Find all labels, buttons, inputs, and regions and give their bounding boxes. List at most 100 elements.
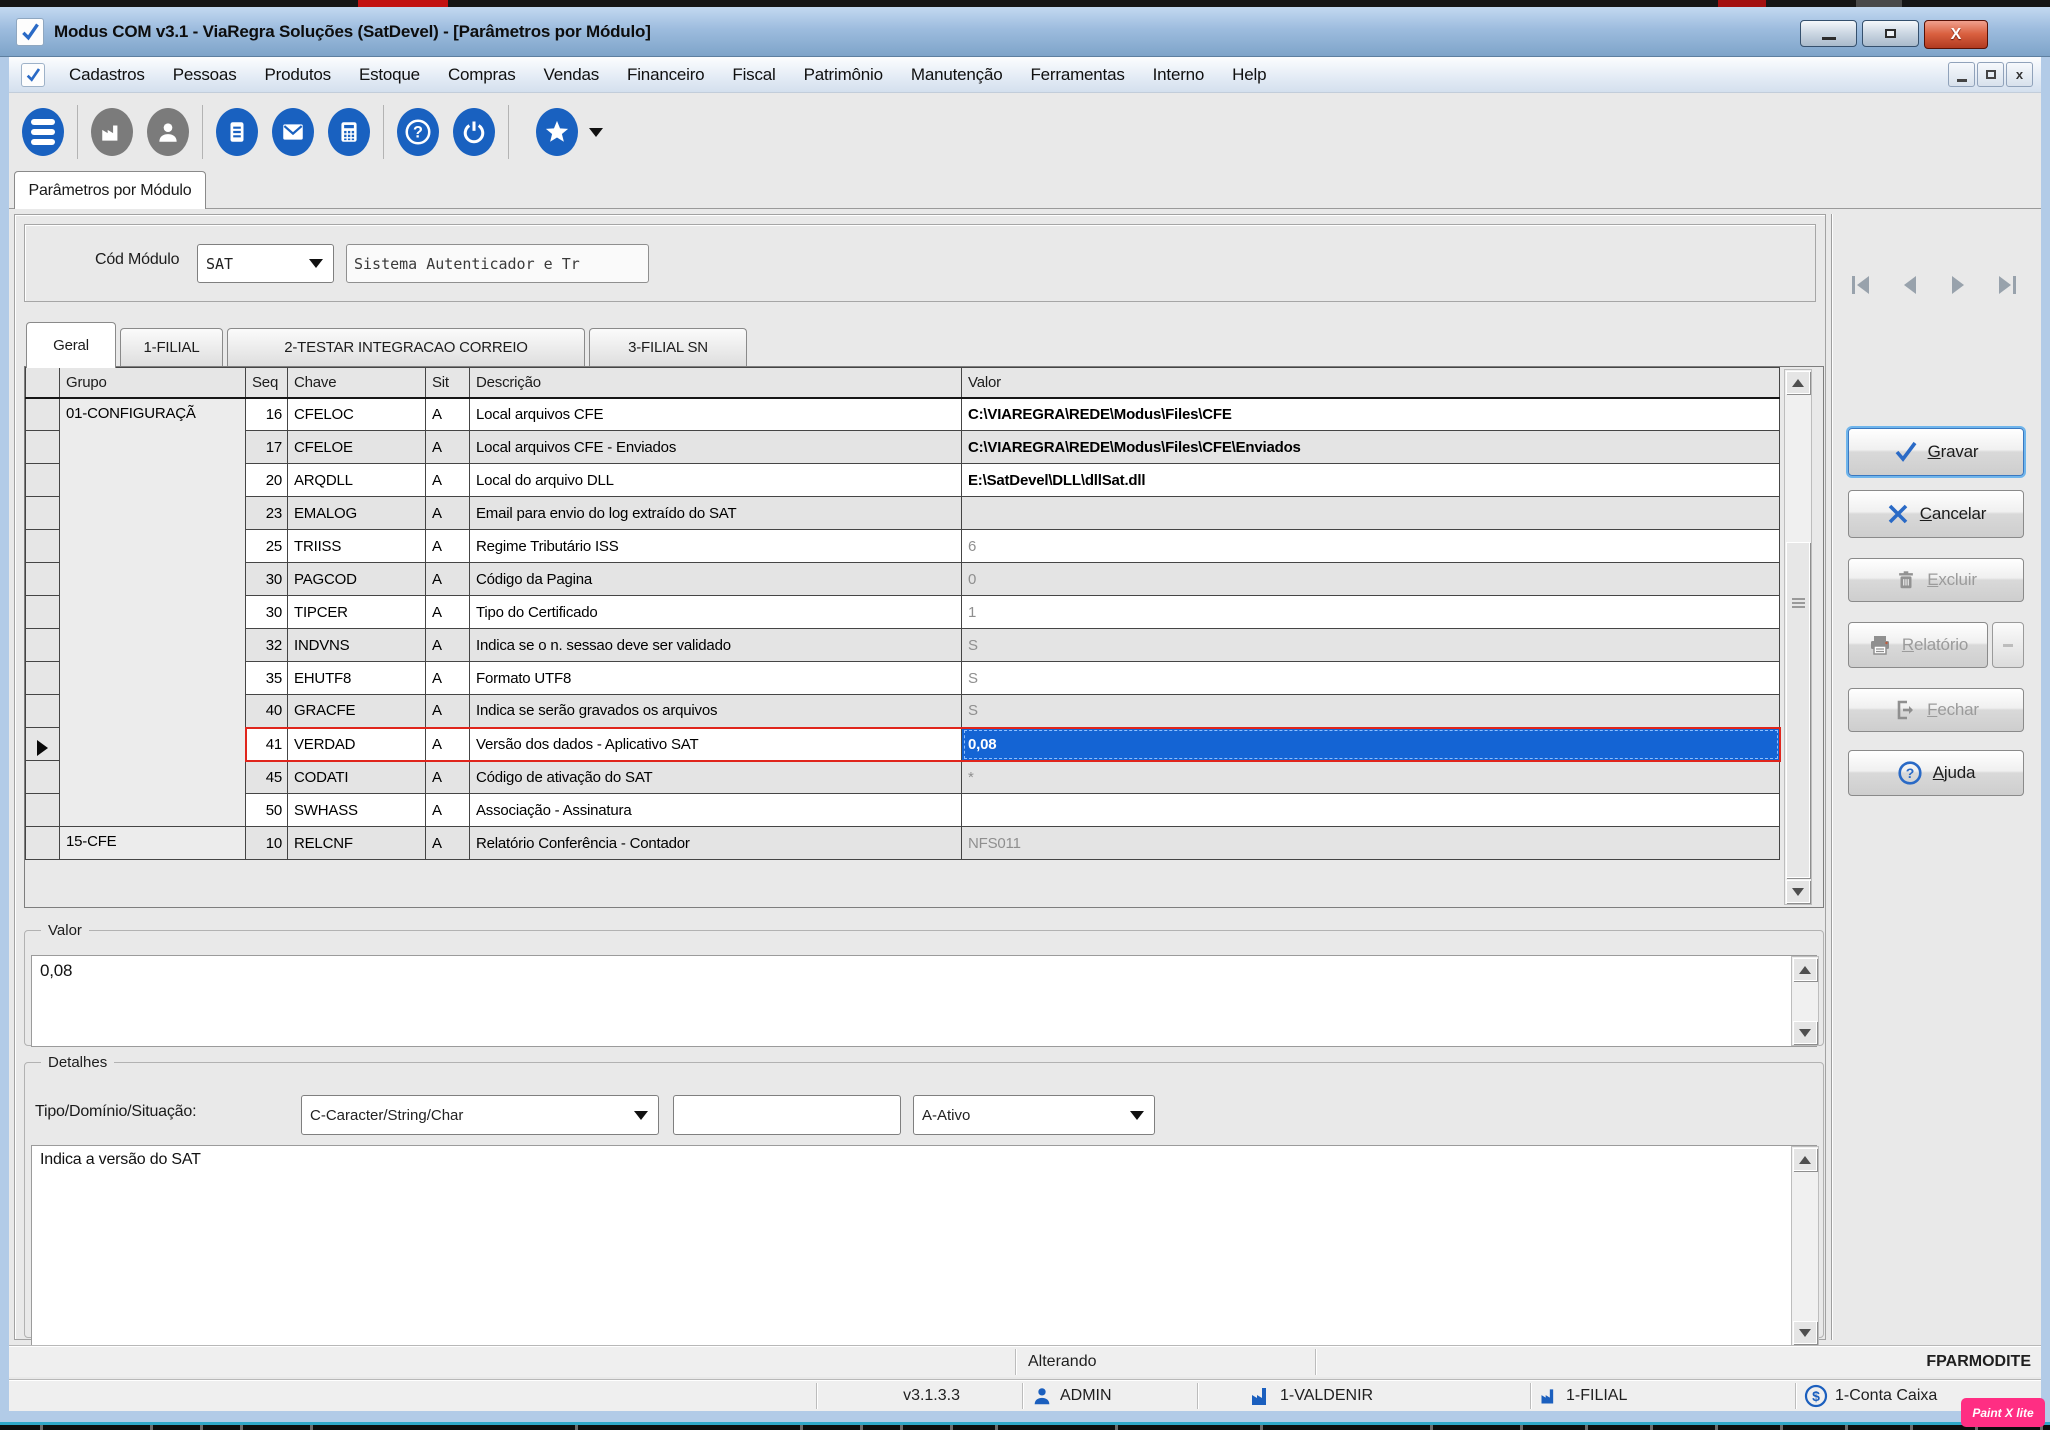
situacao-select[interactable]: A-Ativo xyxy=(913,1095,1155,1135)
table-row[interactable]: 23EMALOGAEmail para envio do log extraíd… xyxy=(26,497,1780,530)
relatorio-options-button[interactable] xyxy=(1992,622,2024,668)
cancelar-button[interactable]: Cancelar xyxy=(1848,490,2024,538)
table-row[interactable]: 45CODATIACódigo de ativação do SAT* xyxy=(26,761,1780,794)
cell-valor: S xyxy=(962,695,1780,728)
cell-descricao: Local do arquivo DLL xyxy=(470,464,962,497)
status-divider xyxy=(1015,1349,1016,1375)
valor-scrollbar[interactable] xyxy=(1791,956,1819,1046)
taskbar-tick xyxy=(310,1425,313,1430)
col-valor[interactable]: Valor xyxy=(962,368,1780,398)
excluir-button[interactable]: Excluir xyxy=(1848,558,2024,602)
close-icon: X xyxy=(1951,26,1962,44)
next-record-button[interactable] xyxy=(1952,276,1964,294)
favorites-button[interactable] xyxy=(535,107,579,157)
table-row[interactable]: 30TIPCERATipo do Certificado1 xyxy=(26,596,1780,629)
arrow-down-icon xyxy=(1799,1329,1811,1337)
gravar-button[interactable]: Gravar xyxy=(1848,428,2024,476)
cell-chave: GRACFE xyxy=(288,695,426,728)
scroll-up-button[interactable] xyxy=(1793,958,1817,981)
menu-fiscal[interactable]: Fiscal xyxy=(718,61,789,89)
col-chave[interactable]: Chave xyxy=(288,368,426,398)
valor-textarea[interactable]: 0,08 xyxy=(31,955,1817,1047)
col-sit[interactable]: Sit xyxy=(426,368,470,398)
cell-seq: 50 xyxy=(246,794,288,827)
table-row[interactable]: 25TRIISSARegime Tributário ISS6 xyxy=(26,530,1780,563)
previous-record-button[interactable] xyxy=(1904,276,1916,294)
descricao-textarea[interactable]: Indica a versão do SAT xyxy=(31,1145,1817,1347)
table-row[interactable]: 32INDVNSAIndica se o n. sessao deve ser … xyxy=(26,629,1780,662)
close-button[interactable]: X xyxy=(1924,20,1988,49)
menu-help[interactable]: Help xyxy=(1218,61,1280,89)
col-grupo[interactable]: Grupo xyxy=(60,368,246,398)
menu-interno[interactable]: Interno xyxy=(1139,61,1219,89)
mdi-restore-button[interactable] xyxy=(1977,62,2004,87)
exit-icon xyxy=(1893,698,1917,722)
company-button[interactable] xyxy=(90,107,134,157)
module-code-select[interactable]: SAT xyxy=(197,244,334,283)
menu-patrimonio[interactable]: Patrimônio xyxy=(790,61,897,89)
menu-produtos[interactable]: Produtos xyxy=(251,61,345,89)
tab-2-testar-integracao-correio[interactable]: 2-TESTAR INTEGRACAO CORREIO xyxy=(227,328,585,366)
mdi-close-button[interactable]: x xyxy=(2006,62,2033,87)
cell-chave: EHUTF8 xyxy=(288,662,426,695)
menu-pessoas[interactable]: Pessoas xyxy=(159,61,251,89)
favorites-dropdown-icon[interactable] xyxy=(589,128,603,137)
status-user: ADMIN xyxy=(1031,1380,1112,1412)
minimize-button[interactable] xyxy=(1800,20,1857,47)
mail-button[interactable] xyxy=(271,107,315,157)
menu-cadastros[interactable]: Cadastros xyxy=(55,61,159,89)
table-row[interactable]: 41VERDADAVersão dos dados - Aplicativo S… xyxy=(26,728,1780,761)
notes-button[interactable] xyxy=(215,107,259,157)
tab-3-filial-sn[interactable]: 3-FILIAL SN xyxy=(589,328,747,366)
table-row[interactable]: 01-CONFIGURAÇÃ16CFELOCALocal arquivos CF… xyxy=(26,398,1780,431)
cell-valor: 0 xyxy=(962,563,1780,596)
user-button[interactable] xyxy=(146,107,190,157)
menu-manutencao[interactable]: Manutenção xyxy=(897,61,1017,89)
database-button[interactable] xyxy=(21,107,65,157)
taskbar-tick xyxy=(860,1425,863,1430)
scroll-down-button[interactable] xyxy=(1786,880,1810,903)
scroll-up-button[interactable] xyxy=(1786,371,1810,394)
scroll-down-button[interactable] xyxy=(1793,1321,1817,1344)
module-description-field[interactable]: Sistema Autenticador e Tr xyxy=(346,244,649,283)
last-record-button[interactable] xyxy=(1999,276,2016,294)
dominio-field[interactable] xyxy=(673,1095,901,1135)
table-row[interactable]: 20ARQDLLALocal do arquivo DLLE:\SatDevel… xyxy=(26,464,1780,497)
cell-sit: A xyxy=(426,530,470,563)
help-button[interactable]: ? xyxy=(396,107,440,157)
menu-ferramentas[interactable]: Ferramentas xyxy=(1016,61,1138,89)
col-seq[interactable]: Seq xyxy=(246,368,288,398)
row-indicator xyxy=(26,629,60,662)
table-row[interactable]: 17CFELOEALocal arquivos CFE - EnviadosC:… xyxy=(26,431,1780,464)
tab-parametros-por-modulo[interactable]: Parâmetros por Módulo xyxy=(14,171,206,209)
tipo-select[interactable]: C-Caracter/String/Char xyxy=(301,1095,659,1135)
menu-compras[interactable]: Compras xyxy=(434,61,530,89)
mdi-minimize-button[interactable] xyxy=(1948,62,1975,87)
tab-1-filial[interactable]: 1-FILIAL xyxy=(120,328,223,366)
relatorio-button[interactable]: Relatório xyxy=(1848,622,1988,668)
arrow-down-icon xyxy=(1799,1029,1811,1037)
table-row[interactable]: 40GRACFEAIndica se serão gravados os arq… xyxy=(26,695,1780,728)
power-button[interactable] xyxy=(452,107,496,157)
menu-estoque[interactable]: Estoque xyxy=(345,61,434,89)
descricao-scrollbar[interactable] xyxy=(1791,1146,1819,1346)
taskbar-tick xyxy=(1845,1425,1848,1430)
table-row[interactable]: 50SWHASSAAssociação - Assinatura xyxy=(26,794,1780,827)
table-row[interactable]: 35EHUTF8AFormato UTF8S xyxy=(26,662,1780,695)
calculator-button[interactable] xyxy=(327,107,371,157)
menu-financeiro[interactable]: Financeiro xyxy=(613,61,718,89)
menu-vendas[interactable]: Vendas xyxy=(530,61,614,89)
grid-vertical-scrollbar[interactable] xyxy=(1784,369,1812,905)
restore-button[interactable] xyxy=(1862,20,1919,47)
scrollbar-thumb[interactable] xyxy=(1786,542,1810,878)
col-descricao[interactable]: Descrição xyxy=(470,368,962,398)
table-row[interactable]: 30PAGCODACódigo da Pagina0 xyxy=(26,563,1780,596)
first-record-button[interactable] xyxy=(1852,276,1869,294)
fechar-button[interactable]: Fechar xyxy=(1848,688,2024,732)
ajuda-button[interactable]: ? Ajuda xyxy=(1848,750,2024,796)
cell-sit: A xyxy=(426,398,470,431)
tab-geral[interactable]: Geral xyxy=(26,322,116,368)
scroll-up-button[interactable] xyxy=(1793,1148,1817,1171)
table-row[interactable]: 15-CFE10RELCNFARelatório Conferência - C… xyxy=(26,827,1780,860)
scroll-down-button[interactable] xyxy=(1793,1021,1817,1044)
